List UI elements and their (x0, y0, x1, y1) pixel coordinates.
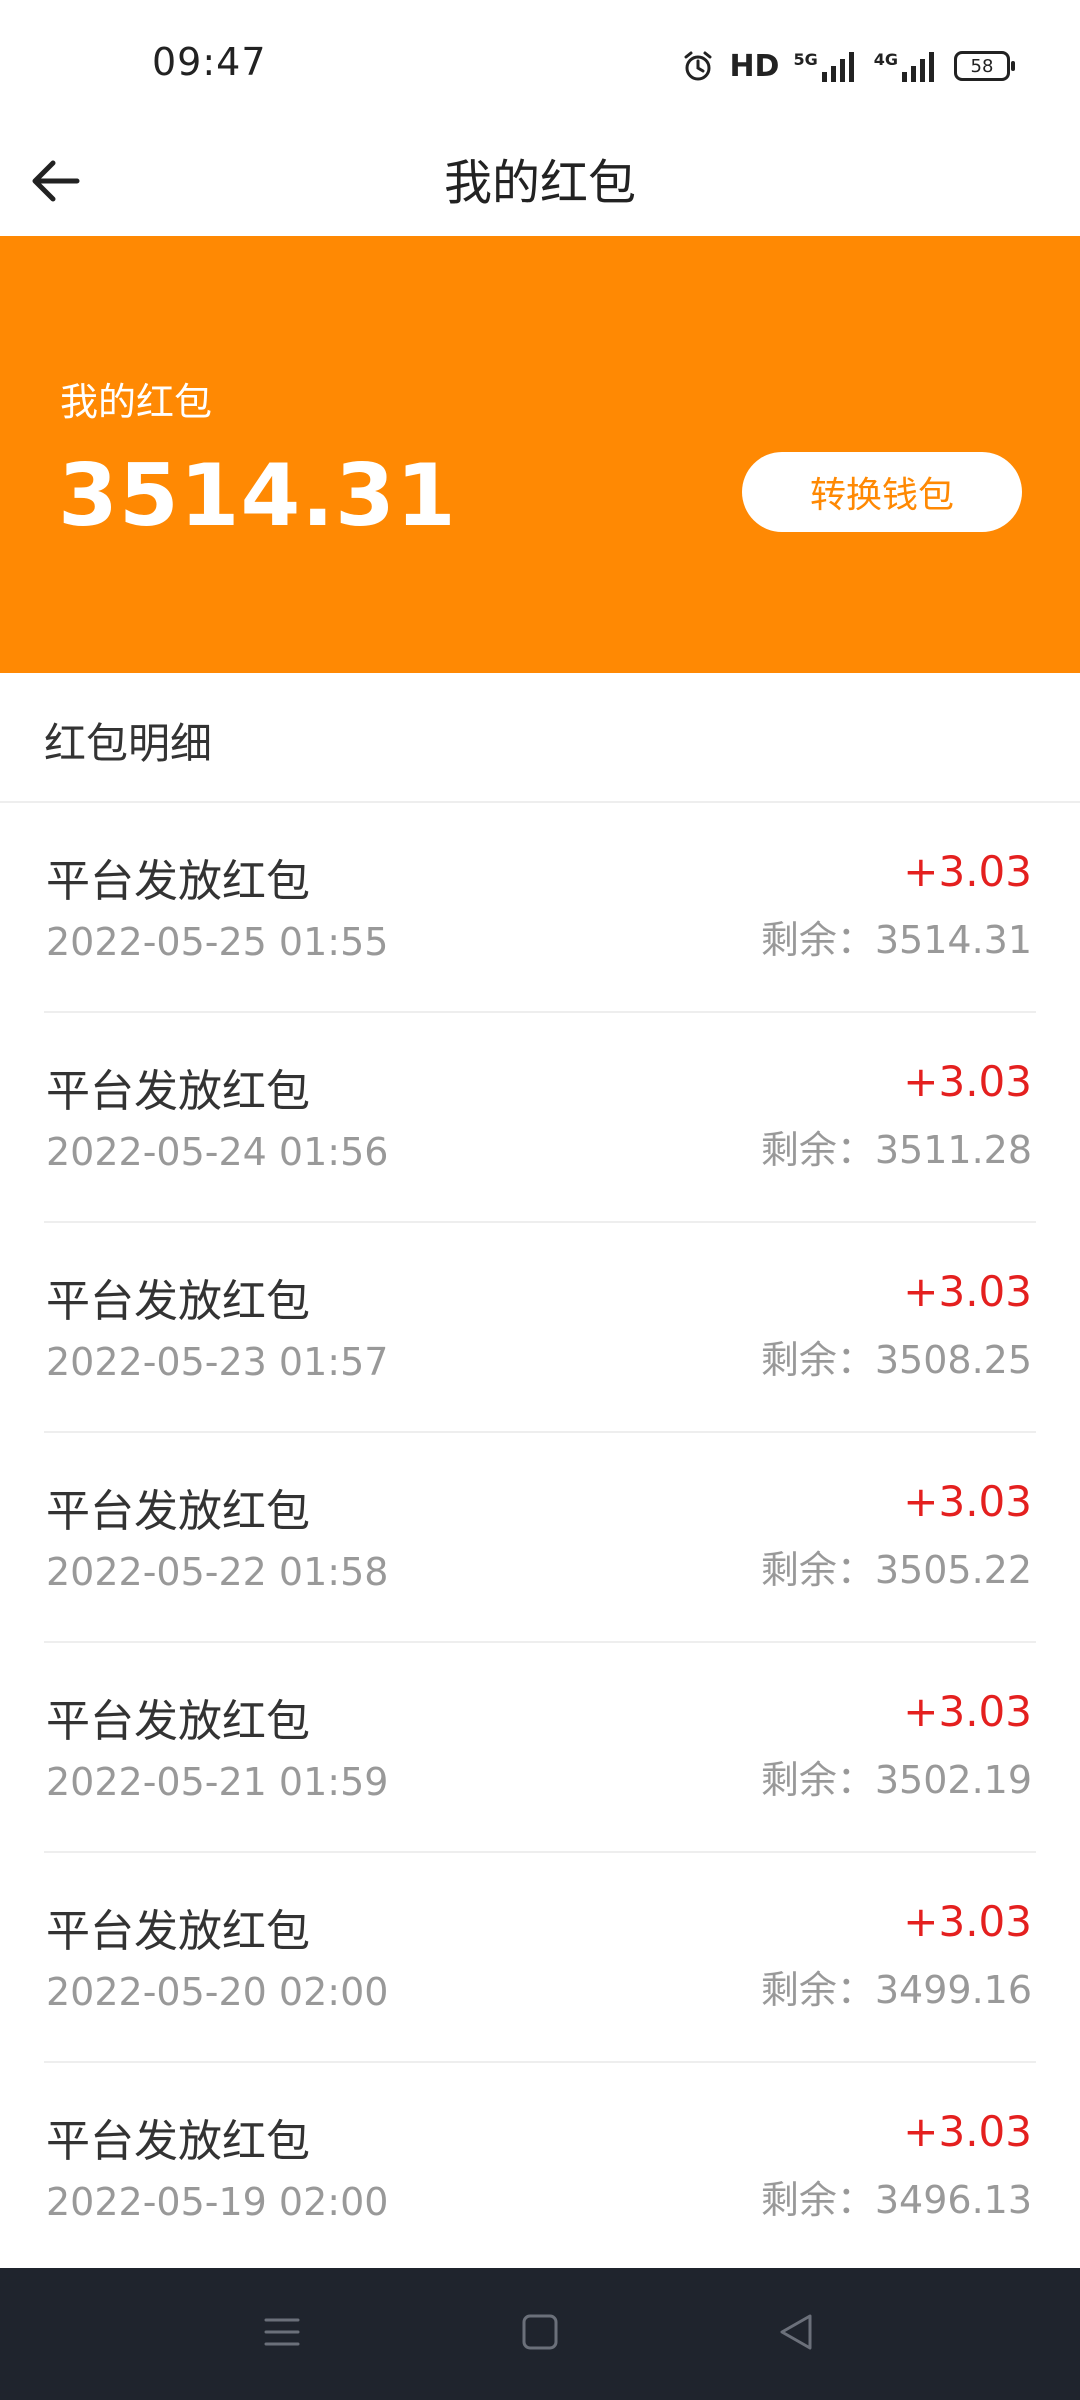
item-date: 2022-05-20 02:00 (46, 1970, 389, 2014)
list-item[interactable]: 平台发放红包 2022-05-25 01:55 +3.03 剩余：3514.31 (44, 803, 1036, 1013)
nav-back-button[interactable] (766, 2304, 826, 2364)
item-title: 平台发放红包 (46, 1276, 310, 1327)
item-amount: +3.03 (903, 1057, 1032, 1106)
list-item[interactable]: 平台发放红包 2022-05-19 02:00 +3.03 剩余：3496.13 (44, 2063, 1036, 2271)
menu-button[interactable] (252, 2304, 312, 2364)
menu-icon (262, 2312, 302, 2356)
page-title: 我的红包 (443, 155, 636, 211)
balance-label: 我的红包 (60, 380, 213, 424)
list-item[interactable]: 平台发放红包 2022-05-21 01:59 +3.03 剩余：3502.19 (44, 1643, 1036, 1853)
list-item[interactable]: 平台发放红包 2022-05-23 01:57 +3.03 剩余：3508.25 (44, 1223, 1036, 1433)
item-title: 平台发放红包 (46, 856, 310, 907)
item-remaining: 剩余：3514.31 (760, 918, 1032, 962)
item-amount: +3.03 (903, 1477, 1032, 1526)
status-time: 09:47 (152, 40, 267, 84)
hd-icon: HD (729, 48, 780, 84)
home-square-icon (520, 2312, 560, 2356)
home-button[interactable] (510, 2304, 570, 2364)
screen: 09:47 HD 5G 4G 58 我的红包 我的红包 3514.31 转换钱包… (0, 0, 1080, 2400)
item-remaining: 剩余：3499.16 (760, 1968, 1032, 2012)
item-amount: +3.03 (903, 847, 1032, 896)
transaction-list: 平台发放红包 2022-05-25 01:55 +3.03 剩余：3514.31… (0, 803, 1080, 2271)
item-remaining: 剩余：3511.28 (760, 1128, 1032, 1172)
status-icons: HD 5G 4G 58 (681, 44, 1015, 88)
item-date: 2022-05-22 01:58 (46, 1550, 389, 1594)
item-remaining: 剩余：3502.19 (760, 1758, 1032, 1802)
item-title: 平台发放红包 (46, 1696, 310, 1747)
header: 我的红包 (0, 130, 1080, 236)
item-title: 平台发放红包 (46, 1906, 310, 1957)
item-date: 2022-05-24 01:56 (46, 1130, 389, 1174)
system-nav-bar (0, 2268, 1080, 2400)
item-title: 平台发放红包 (46, 2116, 310, 2167)
list-item[interactable]: 平台发放红包 2022-05-22 01:58 +3.03 剩余：3505.22 (44, 1433, 1036, 1643)
item-amount: +3.03 (903, 1267, 1032, 1316)
signal-5g-label: 5G (793, 50, 818, 69)
item-amount: +3.03 (903, 2107, 1032, 2156)
item-remaining: 剩余：3505.22 (760, 1548, 1032, 1592)
item-amount: +3.03 (903, 1897, 1032, 1946)
item-title: 平台发放红包 (46, 1066, 310, 1117)
signal-4g-label: 4G (873, 50, 898, 69)
item-remaining: 剩余：3496.13 (760, 2178, 1032, 2222)
alarm-icon (681, 49, 715, 83)
item-remaining: 剩余：3508.25 (760, 1338, 1032, 1382)
item-date: 2022-05-19 02:00 (46, 2180, 389, 2224)
item-date: 2022-05-23 01:57 (46, 1340, 389, 1384)
item-title: 平台发放红包 (46, 1486, 310, 1537)
item-date: 2022-05-21 01:59 (46, 1760, 389, 1804)
balance-banner: 我的红包 3514.31 转换钱包 (0, 236, 1080, 673)
status-bar: 09:47 HD 5G 4G 58 (0, 0, 1080, 130)
list-item[interactable]: 平台发放红包 2022-05-20 02:00 +3.03 剩余：3499.16 (44, 1853, 1036, 2063)
item-amount: +3.03 (903, 1687, 1032, 1736)
back-triangle-icon (776, 2312, 816, 2356)
section-title: 红包明细 (44, 719, 213, 768)
signal-4g-icon: 4G (874, 50, 940, 82)
list-item[interactable]: 平台发放红包 2022-05-24 01:56 +3.03 剩余：3511.28 (44, 1013, 1036, 1223)
battery-level: 58 (970, 55, 994, 77)
battery-icon: 58 (954, 51, 1015, 81)
item-date: 2022-05-25 01:55 (46, 920, 389, 964)
convert-wallet-button[interactable]: 转换钱包 (742, 452, 1022, 532)
balance-amount: 3514.31 (58, 446, 457, 546)
signal-5g-icon: 5G (793, 50, 859, 82)
